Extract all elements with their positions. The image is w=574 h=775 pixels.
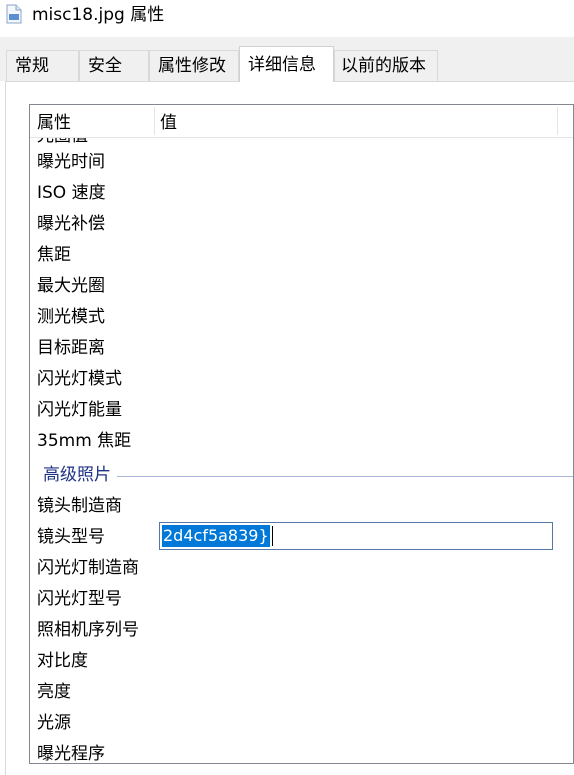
window-title: misc18.jpg 属性 bbox=[32, 5, 165, 25]
property-name: 目标距离 bbox=[37, 338, 105, 358]
property-name: 35mm 焦距 bbox=[37, 431, 132, 451]
list-item[interactable]: 亮度 bbox=[30, 677, 573, 708]
selected-text: 2d4cf5a839} bbox=[162, 525, 270, 547]
jpg-file-icon bbox=[6, 4, 22, 24]
list-item[interactable]: 曝光时间 bbox=[30, 147, 573, 178]
list-item[interactable]: 曝光补偿 bbox=[30, 209, 573, 240]
property-name: 对比度 bbox=[37, 651, 88, 671]
list-item[interactable]: 35mm 焦距 bbox=[30, 426, 573, 457]
list-item[interactable]: 焦距 bbox=[30, 240, 573, 271]
property-name: 闪光灯型号 bbox=[37, 589, 122, 609]
property-name: 镜头制造商 bbox=[37, 496, 122, 516]
list-item[interactable]: 闪光灯型号 bbox=[30, 584, 573, 615]
list-item[interactable]: 光源 bbox=[30, 708, 573, 739]
property-name: 闪光灯制造商 bbox=[37, 558, 139, 578]
group-header-advanced-photo[interactable]: 高级照片 bbox=[30, 461, 573, 489]
text-caret bbox=[272, 526, 273, 546]
column-property[interactable]: 属性 bbox=[37, 105, 71, 137]
column-value[interactable]: 值 bbox=[160, 105, 177, 137]
lens-model-value-input[interactable]: 2d4cf5a839} bbox=[159, 522, 553, 550]
list-item[interactable]: 闪光灯制造商 bbox=[30, 553, 573, 584]
tab-previous-versions[interactable]: 以前的版本 bbox=[334, 50, 438, 81]
property-name: 曝光程序 bbox=[37, 744, 105, 764]
list-item[interactable]: 测光模式 bbox=[30, 302, 573, 333]
property-name: 亮度 bbox=[37, 682, 71, 702]
property-list[interactable]: 属性 值 光圈值 曝光时间 ISO 速度 曝光补偿 焦距 最大光圈 测光模式 目… bbox=[29, 104, 574, 764]
list-item[interactable]: ISO 速度 bbox=[30, 178, 573, 209]
list-item[interactable]: 曝光程序 bbox=[30, 739, 573, 764]
property-name: 最大光圈 bbox=[37, 276, 105, 296]
property-name: 光源 bbox=[37, 713, 71, 733]
tab-details[interactable]: 详细信息 bbox=[239, 46, 334, 82]
list-item[interactable]: 照相机序列号 bbox=[30, 615, 573, 646]
property-name: ISO 速度 bbox=[37, 183, 106, 203]
group-divider bbox=[43, 476, 573, 477]
column-divider[interactable] bbox=[154, 107, 155, 135]
column-header: 属性 值 bbox=[30, 105, 573, 138]
list-item[interactable]: 闪光灯模式 bbox=[30, 364, 573, 395]
property-name: 照相机序列号 bbox=[37, 620, 139, 640]
tab-general[interactable]: 常规 bbox=[6, 50, 79, 81]
tab-attribute-edit[interactable]: 属性修改 bbox=[149, 50, 239, 81]
property-name: 测光模式 bbox=[37, 307, 105, 327]
list-item[interactable]: 对比度 bbox=[30, 646, 573, 677]
list-item[interactable]: 最大光圈 bbox=[30, 271, 573, 302]
group-label: 高级照片 bbox=[43, 461, 117, 489]
property-name: 曝光时间 bbox=[37, 152, 105, 172]
column-divider[interactable] bbox=[557, 107, 558, 135]
tab-security[interactable]: 安全 bbox=[79, 50, 149, 81]
property-name: 闪光灯模式 bbox=[37, 369, 122, 389]
list-item[interactable]: 闪光灯能量 bbox=[30, 395, 573, 426]
property-name: 镜头型号 bbox=[37, 527, 105, 547]
property-name: 焦距 bbox=[37, 245, 71, 265]
list-item[interactable]: 镜头制造商 bbox=[30, 491, 573, 522]
property-name: 闪光灯能量 bbox=[37, 400, 122, 420]
title-bar: misc18.jpg 属性 bbox=[0, 0, 574, 34]
list-item[interactable]: 目标距离 bbox=[30, 333, 573, 364]
property-name: 曝光补偿 bbox=[37, 214, 105, 234]
